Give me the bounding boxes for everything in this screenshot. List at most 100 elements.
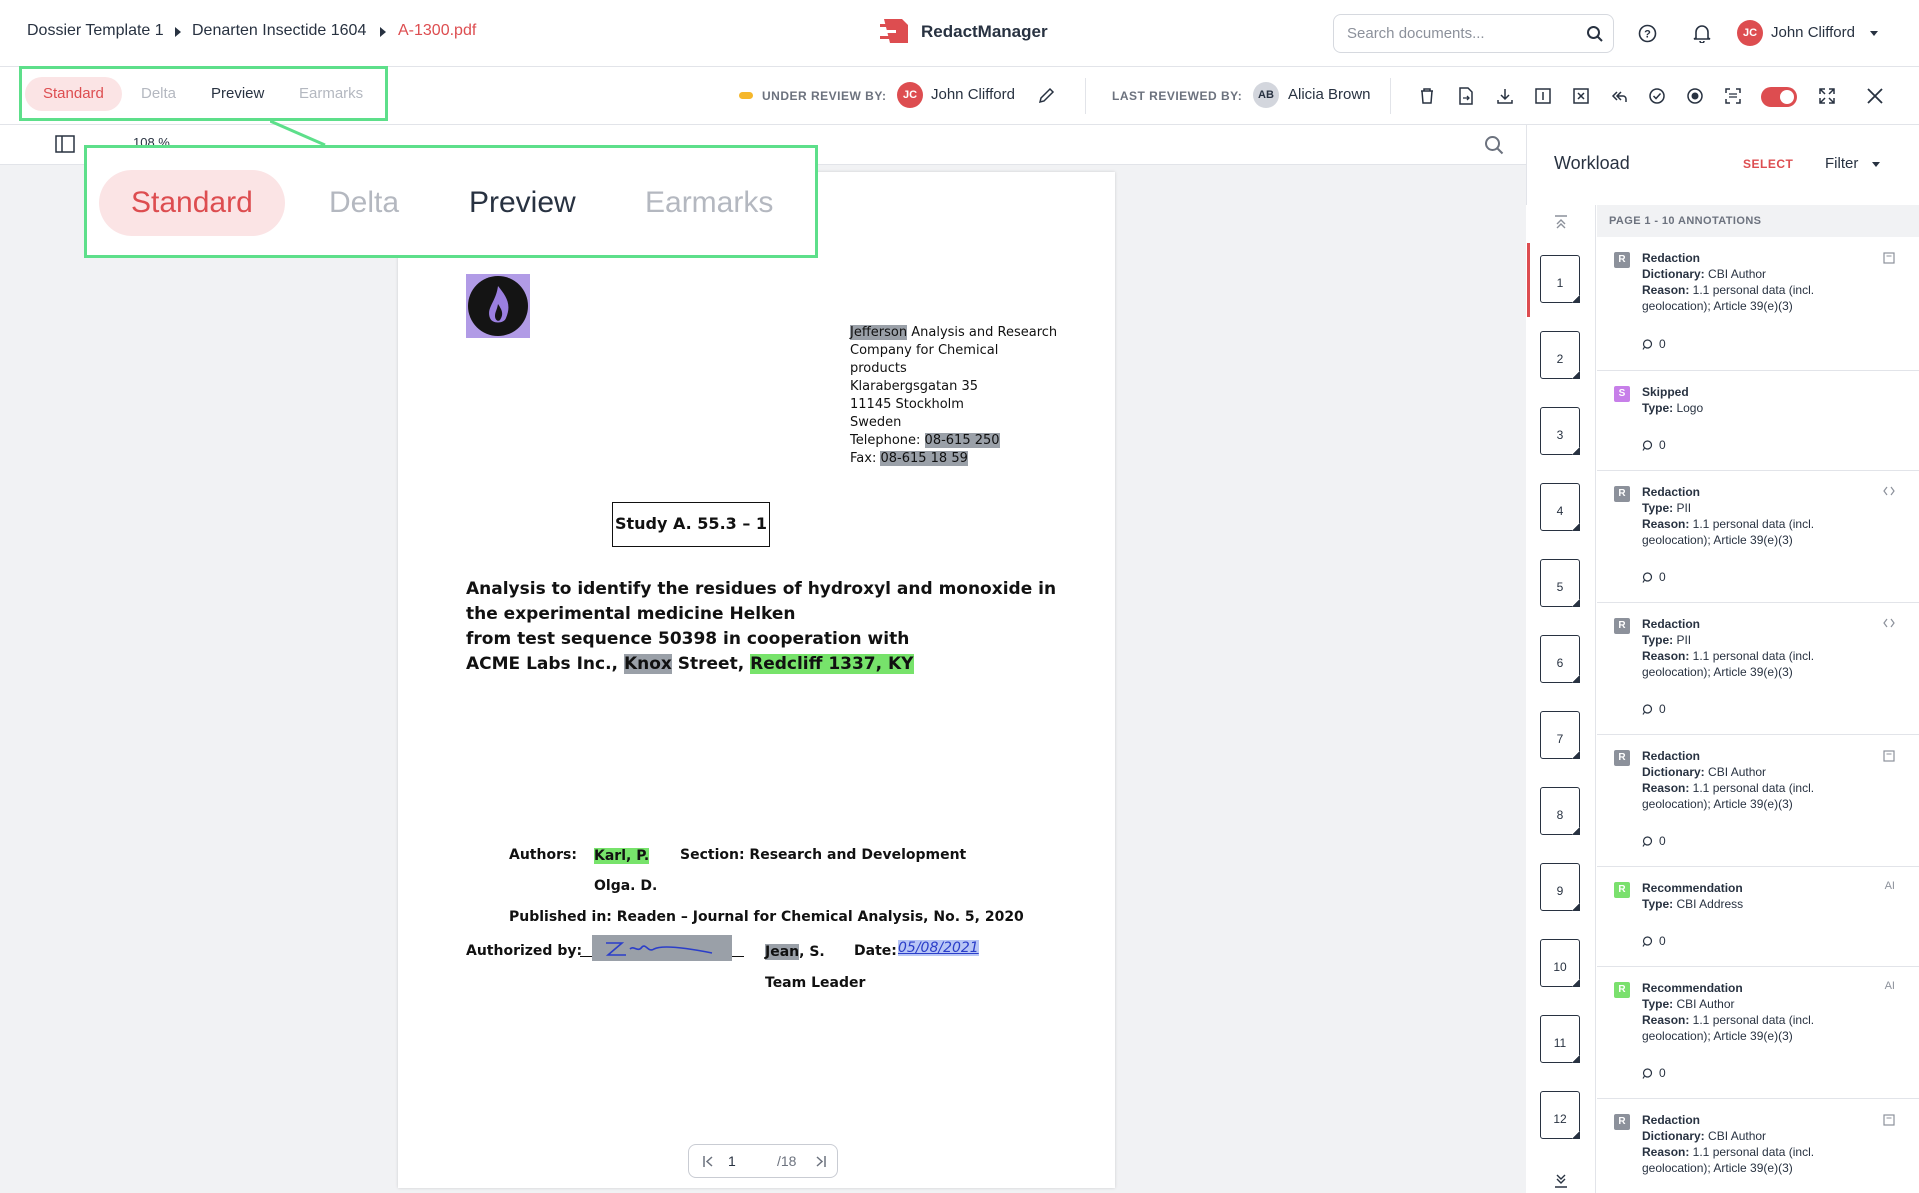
panel-layout-icon[interactable] xyxy=(1534,87,1552,105)
top-navigation-bar: Dossier Template 1 Denarten Insectide 16… xyxy=(0,0,1919,67)
annotation-details: Skipped Type: Logo xyxy=(1642,385,1704,415)
search-input[interactable] xyxy=(1334,15,1574,52)
page-thumbnail[interactable]: 7 xyxy=(1540,711,1580,759)
redaction-highlight[interactable]: Jean xyxy=(765,944,800,960)
redaction-highlight[interactable]: 08-615 250 xyxy=(924,433,1000,448)
comment-icon xyxy=(1642,439,1653,451)
address-line: Jefferson Analysis and Research xyxy=(850,325,1058,340)
comments-count[interactable]: 0 xyxy=(1642,834,1666,848)
breadcrumb-file[interactable]: A-1300.pdf xyxy=(398,22,476,40)
address-line: Klarabergsgatan 35 xyxy=(850,379,979,394)
annotation-card[interactable]: R Redaction Dictionary: CBI Author Reason:… xyxy=(1597,1099,1919,1193)
recommendation-highlight[interactable]: Redcliff 1337, KY xyxy=(750,654,914,674)
undo-all-icon[interactable] xyxy=(1610,87,1628,105)
total-pages: /18 xyxy=(777,1153,797,1169)
exclude-pages-icon[interactable] xyxy=(1572,87,1590,105)
annotation-details: Recommendation Type: CBI Author Reason: 1.… xyxy=(1642,981,1815,1043)
page-thumbnail[interactable]: 11 xyxy=(1540,1015,1580,1063)
breadcrumb-template[interactable]: Dossier Template 1 xyxy=(27,22,164,40)
notification-bell-icon[interactable] xyxy=(1693,23,1711,43)
fullscreen-icon[interactable] xyxy=(1818,87,1836,105)
annotation-card[interactable]: R Redaction Dictionary: CBI Author Reason:… xyxy=(1597,237,1919,371)
redaction-highlight[interactable]: Jefferson xyxy=(850,325,908,340)
delete-icon[interactable] xyxy=(1419,87,1435,105)
redaction-highlight[interactable]: Knox xyxy=(623,654,672,674)
comments-count[interactable]: 0 xyxy=(1642,1066,1666,1080)
export-file-icon[interactable] xyxy=(1458,87,1474,105)
ai-label: AI xyxy=(1884,880,1895,892)
comments-count[interactable]: 0 xyxy=(1642,934,1666,948)
annotation-type-badge: R xyxy=(1614,750,1630,766)
page-thumbnail[interactable]: 12 xyxy=(1540,1091,1580,1139)
page-thumbnail[interactable]: 2 xyxy=(1540,331,1580,379)
code-icon xyxy=(1883,486,1895,496)
svg-text:?: ? xyxy=(1644,29,1651,41)
user-avatar[interactable]: JC xyxy=(1737,20,1763,46)
comments-count[interactable]: 0 xyxy=(1642,702,1666,716)
download-icon[interactable] xyxy=(1496,87,1514,105)
user-name[interactable]: John Clifford xyxy=(1771,24,1855,41)
redaction-highlight[interactable]: 08-615 18 59 xyxy=(880,451,968,466)
viewer-search-icon[interactable] xyxy=(1484,135,1504,155)
zoomed-tab-standard: Standard xyxy=(99,170,285,236)
annotation-card[interactable]: S Skipped Type: Logo 0 xyxy=(1597,371,1919,471)
recommendation-highlight[interactable]: Karl, P. xyxy=(594,848,650,864)
first-page-icon[interactable] xyxy=(702,1155,714,1168)
reviewer-name: John Clifford xyxy=(931,86,1015,103)
filter-chevron-down-icon[interactable] xyxy=(1872,162,1880,167)
page-thumbnail[interactable]: 9 xyxy=(1540,863,1580,911)
active-page-indicator xyxy=(1527,243,1530,317)
comments-count[interactable]: 0 xyxy=(1642,337,1666,351)
page-thumbnail[interactable]: 6 xyxy=(1540,635,1580,683)
toggle-sidebar-icon[interactable] xyxy=(55,135,75,153)
annotations-page-header: PAGE 1 - 10 ANNOTATIONS xyxy=(1597,205,1919,237)
annotation-card[interactable]: R Redaction Type: PII Reason: 1.1 personal… xyxy=(1597,471,1919,603)
annotation-details: Redaction Dictionary: CBI Author Reason: 1… xyxy=(1642,251,1815,313)
page-thumbnail[interactable]: 3 xyxy=(1540,407,1580,455)
close-icon[interactable] xyxy=(1866,87,1884,105)
annotation-details: Redaction Type: PII Reason: 1.1 personal d… xyxy=(1642,617,1815,679)
approve-check-icon[interactable] xyxy=(1648,87,1666,105)
filter-dropdown[interactable]: Filter xyxy=(1825,155,1858,172)
comments-count[interactable]: 0 xyxy=(1642,438,1666,452)
page-thumbnail[interactable]: 1 xyxy=(1540,255,1580,303)
redactmanager-logo-icon xyxy=(878,14,912,48)
comment-icon xyxy=(1642,1067,1653,1079)
redaction-preview-toggle[interactable] xyxy=(1761,87,1797,107)
status-indicator-icon xyxy=(739,92,753,99)
last-page-icon[interactable] xyxy=(815,1155,827,1168)
page-thumbnail[interactable]: 5 xyxy=(1540,559,1580,607)
comments-count[interactable]: 0 xyxy=(1642,570,1666,584)
page-navigator: 1 /18 xyxy=(688,1144,838,1178)
handwritten-date-highlight[interactable]: 05/08/2021 xyxy=(898,940,979,956)
authorized-by-label: Authorized by: xyxy=(466,943,583,959)
page-thumbnail[interactable]: 10 xyxy=(1540,939,1580,987)
annotation-card[interactable]: R Redaction Type: PII Reason: 1.1 personal… xyxy=(1597,603,1919,735)
breadcrumb-dossier[interactable]: Denarten Insectide 1604 xyxy=(192,22,366,40)
annotation-card[interactable]: R Redaction Dictionary: CBI Author Reason:… xyxy=(1597,735,1919,867)
scroll-to-top-icon[interactable] xyxy=(1553,215,1569,229)
page-thumbnail[interactable]: 8 xyxy=(1540,787,1580,835)
callout-connector xyxy=(270,121,326,147)
search-icon[interactable] xyxy=(1586,25,1604,43)
page-thumbnail[interactable]: 4 xyxy=(1540,483,1580,531)
record-icon[interactable] xyxy=(1686,87,1704,105)
signer-role: Team Leader xyxy=(765,975,866,991)
zoomed-tab-earmarks: Earmarks xyxy=(645,186,774,219)
user-menu-chevron-down-icon[interactable] xyxy=(1870,31,1878,36)
comment-icon xyxy=(1642,835,1653,847)
select-button[interactable]: SELECT xyxy=(1743,157,1793,171)
annotation-card[interactable]: R Recommendation Type: CBI Address AI 0 xyxy=(1597,867,1919,967)
ocr-scan-icon[interactable] xyxy=(1724,87,1742,105)
current-page-input[interactable]: 1 xyxy=(728,1153,736,1169)
toolbar-divider xyxy=(1085,78,1086,114)
edit-reviewer-pencil-icon[interactable] xyxy=(1038,87,1055,104)
annotation-type-badge: R xyxy=(1614,618,1630,634)
scroll-to-bottom-icon[interactable] xyxy=(1553,1174,1569,1188)
annotation-card[interactable]: R Recommendation Type: CBI Author Reason: … xyxy=(1597,967,1919,1099)
dictionary-book-icon xyxy=(1883,1114,1895,1126)
date-label: Date: xyxy=(854,943,897,959)
dictionary-book-icon xyxy=(1883,750,1895,762)
signature-redaction-image[interactable] xyxy=(592,935,732,961)
help-icon[interactable]: ? xyxy=(1638,24,1657,43)
